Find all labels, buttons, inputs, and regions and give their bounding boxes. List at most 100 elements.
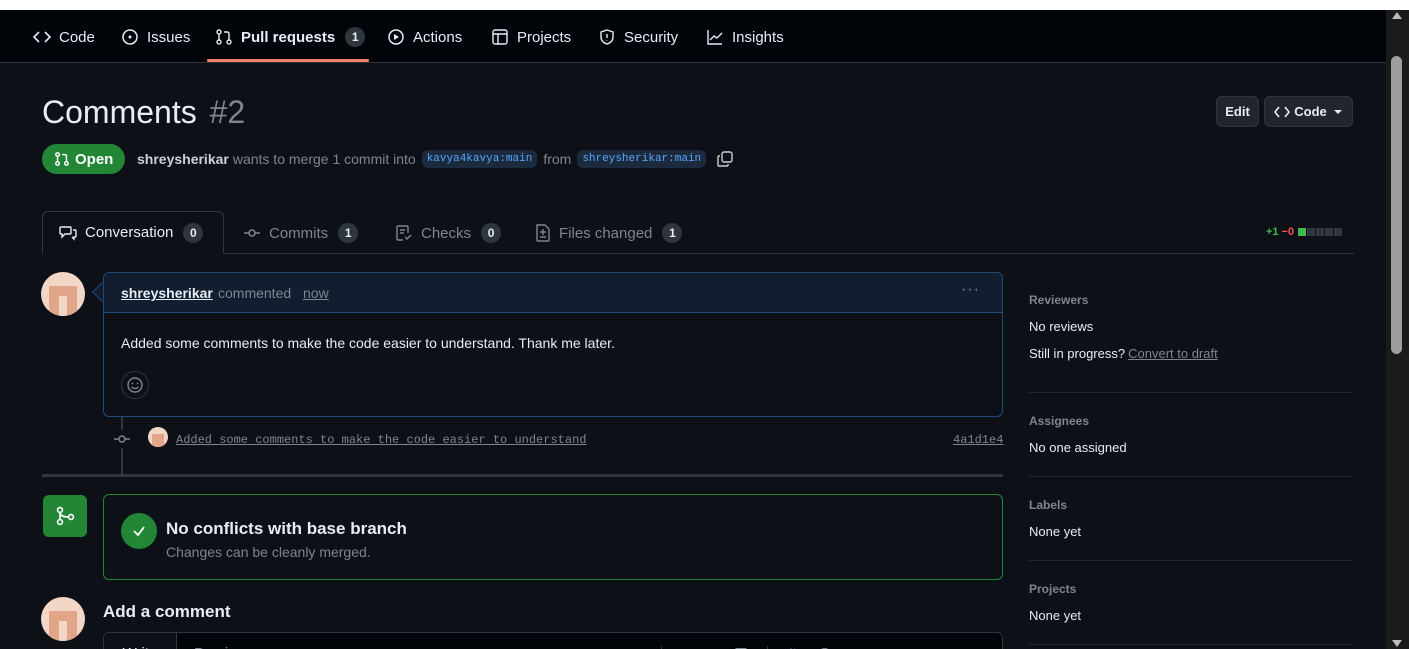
status-badge: Open bbox=[42, 144, 126, 174]
merge-description: shreysherikar wants to merge 1 commit in… bbox=[137, 150, 734, 168]
smiley-icon bbox=[127, 377, 143, 393]
markdown-toolbar: H B I ≡ <> ∞ ≡ ≡ ☰ ❦ @ ↗ ↶ □ bbox=[484, 645, 942, 649]
assignees-value: No one assigned bbox=[1029, 440, 1127, 455]
tab-conversation-label: Conversation bbox=[85, 224, 174, 241]
checks-counter: 0 bbox=[481, 223, 502, 243]
nav-pull-requests-label: Pull requests bbox=[241, 28, 336, 46]
edit-button[interactable]: Edit bbox=[1216, 96, 1259, 127]
edit-button-label: Edit bbox=[1225, 104, 1250, 119]
diffstat-block-neutral bbox=[1307, 228, 1316, 236]
sidebar-labels: Labels None yet bbox=[1029, 498, 1353, 539]
diffstat-block-neutral bbox=[1316, 228, 1325, 236]
pr-author-link[interactable]: shreysherikar bbox=[137, 151, 229, 167]
comment-author-link[interactable]: shreysherikar bbox=[121, 285, 213, 301]
nav-actions[interactable]: Actions bbox=[387, 20, 462, 54]
tab-commits-label: Commits bbox=[269, 224, 329, 242]
copy-icon[interactable] bbox=[716, 150, 734, 168]
graph-icon bbox=[707, 30, 723, 45]
labels-heading[interactable]: Labels bbox=[1029, 498, 1353, 512]
convert-to-draft-link[interactable]: Convert to draft bbox=[1128, 346, 1218, 361]
diffstat-block-neutral bbox=[1334, 228, 1343, 236]
fullscreen-icon[interactable]: □ bbox=[914, 646, 923, 649]
nav-pull-requests[interactable]: Pull requests 1 bbox=[215, 20, 366, 54]
scroll-up-arrow[interactable] bbox=[1392, 12, 1402, 19]
nav-projects[interactable]: Projects bbox=[491, 20, 571, 54]
ordered-list-icon[interactable]: ≡ bbox=[679, 646, 688, 649]
merge-status-subtitle: Changes can be cleanly merged. bbox=[166, 544, 371, 560]
tab-commits[interactable]: Commits 1 bbox=[243, 212, 359, 254]
comment-header: shreysherikar commented now ··· bbox=[104, 273, 1002, 313]
merge-text: wants to merge 1 commit into bbox=[232, 151, 416, 167]
avatar[interactable] bbox=[41, 597, 85, 641]
task-list-icon[interactable]: ☰ bbox=[734, 645, 747, 649]
diffstat-deletions: −0 bbox=[1281, 226, 1295, 238]
tab-checks-label: Checks bbox=[421, 224, 472, 242]
assignees-heading[interactable]: Assignees bbox=[1029, 414, 1353, 428]
nav-insights[interactable]: Insights bbox=[706, 20, 784, 54]
sidebar-divider bbox=[1029, 560, 1353, 561]
merge-status-box: No conflicts with base branch Changes ca… bbox=[103, 494, 1003, 580]
unordered-list-icon[interactable]: ≡ bbox=[707, 646, 716, 649]
pull-request-icon bbox=[55, 152, 69, 166]
sidebar-divider bbox=[1029, 392, 1353, 393]
heading-button[interactable]: H bbox=[484, 646, 495, 649]
projects-heading[interactable]: Projects bbox=[1029, 582, 1353, 596]
comment-editor: Write Preview H B I ≡ <> ∞ ≡ ≡ ☰ ❦ @ ↗ ↶… bbox=[103, 632, 1003, 649]
comment-timestamp[interactable]: now bbox=[303, 285, 329, 301]
nav-issues-label: Issues bbox=[147, 28, 191, 46]
add-reaction-button[interactable] bbox=[121, 371, 149, 399]
commit-sha-link[interactable]: 4a1d1e4 bbox=[953, 433, 1003, 447]
sidebar-reviewers: Reviewers No reviews Still in progress? C… bbox=[1029, 293, 1353, 361]
commit-message-link[interactable]: Added some comments to make the code eas… bbox=[176, 433, 586, 447]
page-title: Comments #2 bbox=[42, 94, 245, 131]
nav-code[interactable]: Code bbox=[33, 20, 95, 54]
italic-button[interactable]: I bbox=[544, 646, 548, 649]
reviewers-progress: Still in progress? Convert to draft bbox=[1029, 346, 1353, 361]
reply-icon[interactable]: ↶ bbox=[882, 645, 895, 649]
play-icon bbox=[388, 29, 404, 45]
code-dropdown-button[interactable]: Code bbox=[1264, 96, 1353, 127]
cross-reference-icon[interactable]: ↗ bbox=[851, 645, 864, 649]
avatar[interactable] bbox=[41, 272, 85, 316]
link-icon[interactable]: ∞ bbox=[631, 646, 642, 649]
nav-security[interactable]: Security bbox=[598, 20, 678, 54]
add-comment-heading: Add a comment bbox=[103, 602, 231, 621]
pull-requests-counter: 1 bbox=[345, 27, 366, 47]
merge-status-title: No conflicts with base branch bbox=[166, 519, 407, 538]
preview-tab[interactable]: Preview bbox=[194, 633, 247, 649]
chevron-down-icon bbox=[1333, 109, 1342, 114]
bold-button[interactable]: B bbox=[514, 646, 525, 649]
comment-options-button[interactable]: ··· bbox=[961, 281, 980, 299]
quote-icon[interactable]: ≡ bbox=[567, 646, 576, 649]
tab-conversation[interactable]: Conversation 0 bbox=[42, 211, 224, 254]
reviewers-heading[interactable]: Reviewers bbox=[1029, 293, 1353, 307]
check-icon bbox=[133, 526, 145, 537]
tab-checks[interactable]: Checks 0 bbox=[395, 212, 502, 254]
mention-icon[interactable]: @ bbox=[816, 646, 831, 649]
file-diff-icon bbox=[536, 224, 550, 242]
pull-request-icon bbox=[216, 29, 232, 45]
files-changed-counter: 1 bbox=[662, 223, 683, 243]
attach-icon[interactable]: ❦ bbox=[785, 645, 798, 649]
repo-nav: Code Issues Pull requests 1 Actions Proj… bbox=[0, 10, 1386, 63]
vertical-scrollbar[interactable] bbox=[1386, 10, 1409, 649]
check-circle-icon bbox=[121, 513, 157, 549]
base-branch[interactable]: kavya4kavya:main bbox=[421, 150, 538, 168]
pr-title-text: Comments bbox=[42, 94, 197, 130]
scrollbar-thumb[interactable] bbox=[1391, 56, 1402, 354]
diffstat: +1 −0 bbox=[1266, 226, 1343, 238]
diffstat-block-neutral bbox=[1325, 228, 1334, 236]
tab-files-changed-label: Files changed bbox=[559, 224, 653, 242]
diffstat-block-add bbox=[1298, 228, 1307, 236]
head-branch[interactable]: shreysherikar:main bbox=[577, 150, 707, 168]
scroll-down-arrow[interactable] bbox=[1392, 640, 1402, 647]
projects-value: None yet bbox=[1029, 608, 1082, 623]
tab-files-changed[interactable]: Files changed 1 bbox=[535, 212, 683, 254]
commits-counter: 1 bbox=[338, 223, 359, 243]
write-tab[interactable]: Write bbox=[104, 633, 177, 649]
commit-author-avatar[interactable] bbox=[148, 427, 168, 447]
nav-issues[interactable]: Issues bbox=[121, 20, 190, 54]
nav-actions-label: Actions bbox=[413, 28, 463, 46]
reviewers-value: No reviews bbox=[1029, 319, 1094, 334]
code-icon[interactable]: <> bbox=[595, 646, 613, 649]
